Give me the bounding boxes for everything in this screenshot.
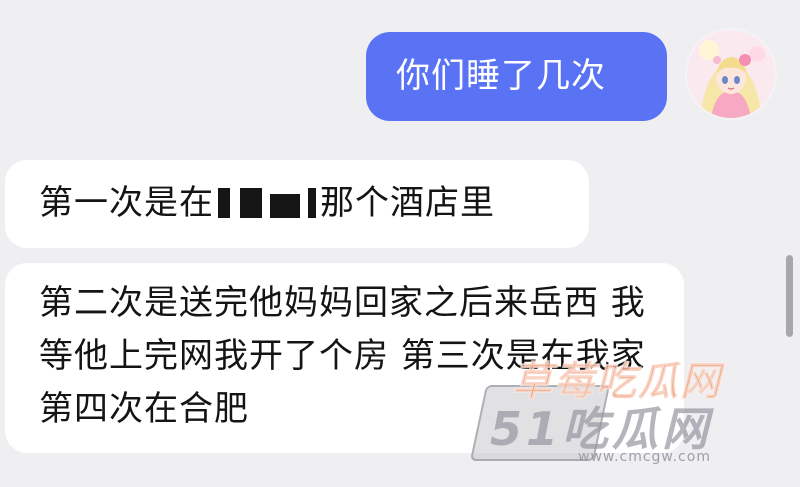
message-text-before: 第一次是在 xyxy=(39,183,214,223)
message-text: 第二次是送完他妈妈回家之后来岳西 我等他上完网我开了个房 第三次是在我家 第四次… xyxy=(39,283,658,429)
outgoing-message-bubble[interactable]: 你们睡了几次 xyxy=(366,32,667,121)
incoming-message-bubble[interactable]: 第一次是在 那个酒店里 xyxy=(5,160,589,248)
incoming-message-bubble[interactable]: 第二次是送完他妈妈回家之后来岳西 我等他上完网我开了个房 第三次是在我家 第四次… xyxy=(5,263,684,453)
redacted-text-block xyxy=(218,188,316,218)
message-text-after: 那个酒店里 xyxy=(320,183,495,223)
user-avatar[interactable] xyxy=(687,30,775,118)
anime-girl-avatar-icon xyxy=(687,30,775,118)
chat-thread: 你们睡了几次 第一次是在 那个酒店里 第二次是送完他妈妈回家之后来岳西 我等他上完… xyxy=(0,0,800,487)
scrollbar-thumb[interactable] xyxy=(786,255,793,337)
message-text: 你们睡了几次 xyxy=(396,56,606,96)
